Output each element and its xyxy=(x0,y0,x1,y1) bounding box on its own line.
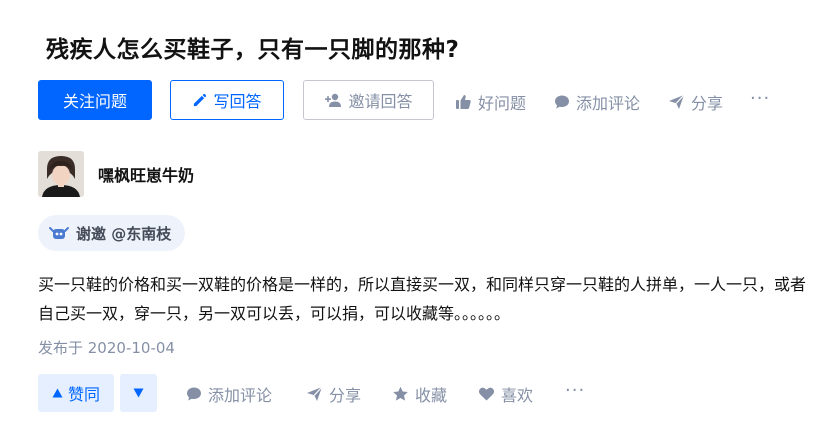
answer-content: 买一只鞋的价格和买一双鞋的价格是一样的，所以直接买一双，和同样只穿一只鞋的人拼单… xyxy=(38,275,807,323)
invite-answer-label: 邀请回答 xyxy=(348,92,413,111)
triangle-up-icon xyxy=(52,388,63,398)
add-user-icon xyxy=(324,92,342,108)
like-label: 喜欢 xyxy=(501,386,534,405)
thanks-tag: 谢邀 @东南枝 xyxy=(38,215,186,251)
write-answer-button[interactable]: 写回答 xyxy=(170,80,284,120)
question-title: 残疾人怎么买鞋子，只有一只脚的那种? xyxy=(46,37,460,63)
pencil-icon xyxy=(192,93,207,108)
collect-label: 收藏 xyxy=(415,386,448,405)
good-question-label: 好问题 xyxy=(478,94,527,113)
more-icon[interactable]: ··· xyxy=(565,380,585,401)
follow-question-button[interactable]: 关注问题 xyxy=(38,80,152,120)
add-comment-button[interactable]: 添加评论 xyxy=(554,90,640,114)
paper-plane-icon xyxy=(306,386,323,402)
paper-plane-icon xyxy=(668,94,685,110)
write-answer-label: 写回答 xyxy=(213,92,262,111)
thanks-label: 谢邀 @东南枝 xyxy=(76,224,172,243)
like-button[interactable]: 喜欢 xyxy=(478,382,533,406)
thumb-up-icon xyxy=(455,94,472,110)
comment-icon xyxy=(186,386,202,402)
comment-icon xyxy=(554,94,570,110)
triangle-down-icon xyxy=(133,388,144,398)
follow-question-label: 关注问题 xyxy=(62,92,127,111)
upvote-label: 赞同 xyxy=(67,385,100,404)
invite-answer-button[interactable]: 邀请回答 xyxy=(303,80,434,120)
good-question-button[interactable]: 好问题 xyxy=(455,90,526,114)
share-button[interactable]: 分享 xyxy=(668,90,723,114)
answer-share-label: 分享 xyxy=(329,386,362,405)
more-icon[interactable]: ··· xyxy=(750,88,770,109)
avatar[interactable] xyxy=(38,151,84,197)
robot-icon xyxy=(48,224,70,242)
add-comment-label: 添加评论 xyxy=(576,94,641,113)
heart-icon xyxy=(478,386,495,402)
publish-date: 发布于 2020-10-04 xyxy=(38,339,175,357)
upvote-button[interactable]: 赞同 xyxy=(38,374,114,412)
answer-comment-label: 添加评论 xyxy=(208,386,273,405)
star-icon xyxy=(392,386,409,402)
answer-comment-button[interactable]: 添加评论 xyxy=(186,382,272,406)
share-label: 分享 xyxy=(691,94,724,113)
author-name[interactable]: 嘿枫旺崽牛奶 xyxy=(98,162,194,186)
collect-button[interactable]: 收藏 xyxy=(392,382,447,406)
answer-share-button[interactable]: 分享 xyxy=(306,382,361,406)
downvote-button[interactable] xyxy=(120,374,157,412)
